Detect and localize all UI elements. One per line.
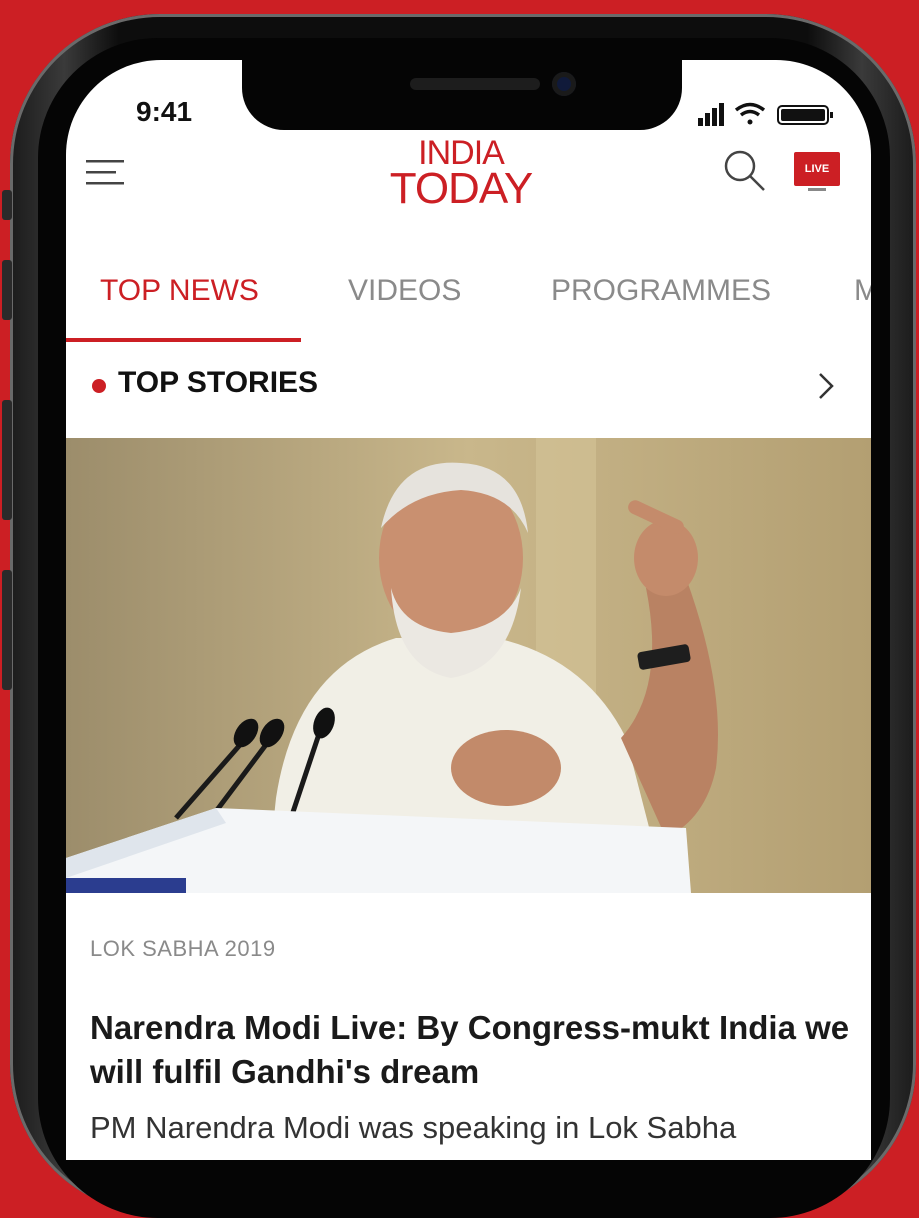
earpiece-speaker	[410, 78, 540, 90]
menu-icon[interactable]	[86, 158, 128, 188]
hero-image[interactable]	[66, 438, 871, 893]
status-icons	[698, 102, 833, 126]
wifi-icon	[734, 102, 766, 125]
top-stories-header[interactable]: TOP STORIES	[66, 346, 871, 436]
live-tv-icon[interactable]: LIVE	[794, 152, 840, 198]
chevron-right-icon[interactable]	[814, 370, 838, 402]
india-today-logo[interactable]: INDIA TODAY	[386, 136, 536, 213]
category-tabs: TOP NEWS VIDEOS PROGRAMMES M	[66, 256, 871, 346]
tab-top-news[interactable]: TOP NEWS	[100, 274, 259, 308]
article-summary[interactable]: PM Narendra Modi was speaking in Lok Sab…	[90, 1108, 870, 1148]
side-button	[2, 570, 12, 690]
tab-partial[interactable]: M	[854, 274, 871, 308]
search-icon[interactable]	[722, 148, 768, 194]
logo-text-today: TODAY	[389, 163, 534, 213]
status-time: 9:41	[136, 96, 193, 127]
app-screen: 9:41 INDIA TODAY LIVE TOP NEWS VIDEOS PR…	[66, 60, 871, 1160]
active-tab-indicator	[66, 338, 301, 342]
mute-switch	[2, 190, 12, 220]
volume-down-button	[2, 400, 12, 520]
article-category[interactable]: LOK SABHA 2019	[90, 936, 276, 962]
front-camera	[552, 72, 576, 96]
live-tv-stand	[808, 188, 826, 191]
battery-icon	[777, 105, 833, 125]
article-headline[interactable]: Narendra Modi Live: By Congress-mukt Ind…	[90, 1006, 850, 1094]
section-dot-icon	[92, 379, 106, 393]
signal-icon	[698, 103, 724, 126]
live-label: LIVE	[794, 152, 840, 186]
tab-programmes[interactable]: PROGRAMMES	[551, 274, 771, 308]
tab-videos[interactable]: VIDEOS	[348, 274, 461, 308]
section-title: TOP STORIES	[118, 366, 319, 399]
volume-up-button	[2, 260, 12, 320]
